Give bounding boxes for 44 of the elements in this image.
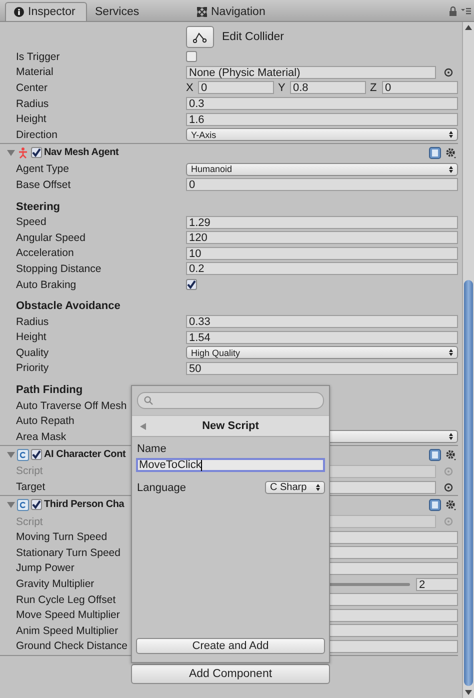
axis-label: Z (370, 82, 378, 94)
component-title: Third Person Cha (44, 499, 124, 510)
field-label: Quality (16, 346, 49, 359)
field-label: Angular Speed (16, 232, 86, 244)
field-label: Is Trigger (16, 50, 60, 63)
field-label: Auto Traverse Off Mesh (16, 400, 127, 412)
field-label: Radius (16, 98, 49, 110)
section-heading: Steering (15, 200, 60, 213)
field-label: Height (16, 113, 46, 126)
section-heading: Path Finding (15, 384, 83, 396)
field-label: Language (137, 482, 187, 494)
axis-label: Y (278, 82, 286, 94)
field-label: Material (16, 66, 54, 78)
field-label: Moving Turn Speed (16, 531, 108, 544)
field-label: Priority (16, 362, 49, 374)
section-heading: Obstacle Avoidance (15, 300, 120, 312)
field-label: Anim Speed Multiplier (16, 624, 118, 637)
field-label: Target (16, 481, 46, 494)
field-label: Gravity Multiplier (16, 578, 94, 590)
button-label: Edit Collider (222, 31, 284, 43)
field-label: Direction (16, 128, 58, 141)
field-label: Move Speed Multiplier (16, 609, 120, 622)
axis-label: X (186, 82, 194, 94)
field-label: Script (16, 465, 43, 478)
field-label: Name (137, 443, 168, 455)
field-label: Agent Type (16, 163, 69, 176)
field-label: Center (16, 82, 48, 94)
popup-title: New Script (202, 420, 259, 432)
field-label: Height (16, 331, 46, 344)
field-label: Auto Repath (16, 415, 74, 428)
field-label: Stopping Distance (16, 262, 102, 275)
field-label: Radius (16, 316, 49, 328)
field-label: Auto Braking (16, 278, 76, 291)
field-label: Base Offset (16, 178, 71, 191)
component-title: Nav Mesh Agent (44, 147, 119, 158)
field-label: Jump Power (16, 562, 74, 574)
field-label: Script (16, 516, 43, 528)
field-label: Speed (16, 216, 46, 228)
component-title: AI Character Cont (44, 449, 126, 460)
field-label: Run Cycle Leg Offset (16, 594, 116, 606)
field-label: Stationary Turn Speed (16, 546, 120, 559)
field-label: Area Mask (16, 430, 66, 443)
field-label: Acceleration (16, 247, 74, 260)
field-label: Ground Check Distance (16, 640, 128, 652)
